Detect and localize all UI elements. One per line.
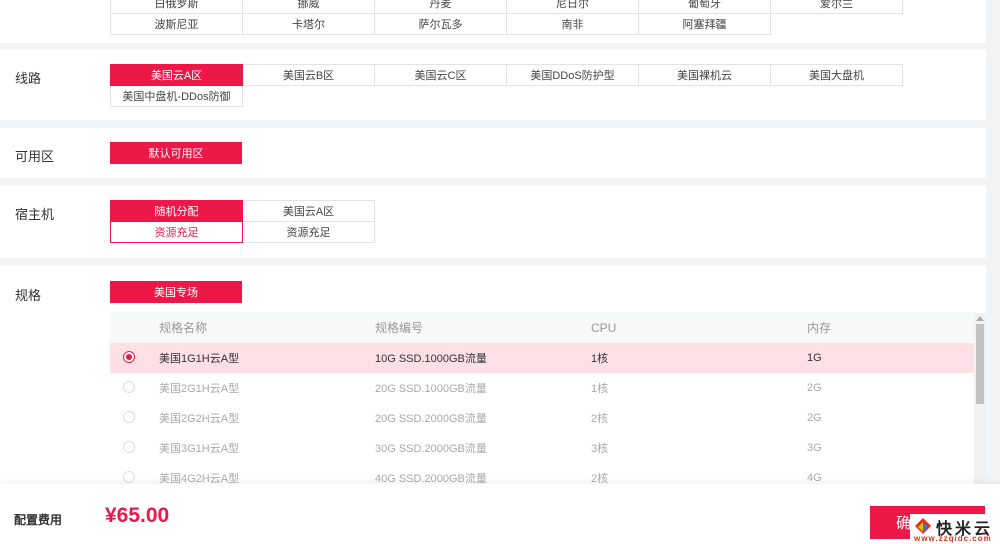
region-option[interactable]: 爱尔兰 xyxy=(770,0,903,14)
spec-memory: 1G xyxy=(807,352,822,364)
spec-cpu: 2核 xyxy=(591,473,609,484)
fee-label: 配置费用 xyxy=(14,513,63,527)
spec-code: 20G SSD.2000GB流量 xyxy=(375,413,487,425)
spec-code: 10G SSD.1000GB流量 xyxy=(375,353,487,365)
radio-button[interactable] xyxy=(123,411,135,423)
line-grid: 美国云A区 美国云B区 美国云C区 美国DDoS防护型 美国裸机云 美国大盘机 … xyxy=(110,64,903,107)
host-option-us-cloud-a[interactable]: 美国云A区 xyxy=(242,200,375,222)
line-section: 线路 美国云A区 美国云B区 美国云C区 美国DDoS防护型 美国裸机云 美国大… xyxy=(0,50,986,120)
spec-code: 30G SSD.2000GB流量 xyxy=(375,443,487,455)
spec-table-header: 规格名称 规格编号 CPU 内存 xyxy=(110,312,976,343)
radio-button[interactable] xyxy=(123,381,135,393)
region-option[interactable]: 萨尔瓦多 xyxy=(374,13,507,35)
watermark-url: www.zzqidc.com xyxy=(914,534,992,543)
table-row[interactable]: 美国3G1H云A型 30G SSD.2000GB流量 3核 3G xyxy=(110,433,976,463)
host-label: 宿主机 xyxy=(15,207,55,222)
fee-value: ¥65.00 xyxy=(105,504,170,527)
line-option-us-cloud-a[interactable]: 美国云A区 xyxy=(110,64,243,86)
header-spec-code: 规格编号 xyxy=(375,321,424,335)
region-option[interactable]: 白俄罗斯 xyxy=(110,0,243,14)
table-row[interactable]: 美国2G1H云A型 20G SSD.1000GB流量 1核 2G xyxy=(110,373,976,403)
radio-button[interactable] xyxy=(123,351,135,363)
spec-memory: 4G xyxy=(807,472,822,484)
table-row[interactable]: 美国1G1H云A型 10G SSD.1000GB流量 1核 1G xyxy=(110,343,976,373)
spec-label: 规格 xyxy=(15,288,42,303)
fee-bar: 配置费用 ¥65.00 确 xyxy=(0,484,1000,544)
host-status-us-cloud-a: 资源充足 xyxy=(242,221,375,243)
host-grid: 随机分配 美国云A区 资源充足 资源充足 xyxy=(110,200,375,243)
zone-option-default[interactable]: 默认可用区 xyxy=(110,142,242,164)
region-option[interactable]: 尼日尔 xyxy=(506,0,639,14)
line-option-us-large-disk[interactable]: 美国大盘机 xyxy=(770,64,903,86)
radio-button[interactable] xyxy=(123,471,135,483)
table-row[interactable]: 美国4G2H云A型 40G SSD.2000GB流量 2核 4G xyxy=(110,463,976,484)
spec-code: 40G SSD.2000GB流量 xyxy=(375,473,487,484)
line-option-us-ddos[interactable]: 美国DDoS防护型 xyxy=(506,64,639,86)
scroll-thumb[interactable] xyxy=(976,324,984,404)
region-option[interactable]: 南非 xyxy=(506,13,639,35)
region-option[interactable]: 葡萄牙 xyxy=(638,0,771,14)
header-spec-name: 规格名称 xyxy=(159,321,208,335)
table-scrollbar[interactable] xyxy=(974,313,986,484)
line-label: 线路 xyxy=(15,71,42,86)
region-option[interactable]: 卡塔尔 xyxy=(242,13,375,35)
spec-name: 美国2G1H云A型 xyxy=(159,383,240,395)
spec-cpu: 3核 xyxy=(591,443,609,455)
region-option[interactable]: 阿塞拜疆 xyxy=(638,13,771,35)
scroll-up-arrow-icon[interactable] xyxy=(976,316,984,321)
line-option-us-mid-disk-ddos[interactable]: 美国中盘机-DDos防御 xyxy=(110,85,243,107)
host-status-random: 资源充足 xyxy=(110,221,243,243)
spec-name: 美国3G1H云A型 xyxy=(159,443,240,455)
spec-name: 美国4G2H云A型 xyxy=(159,473,240,484)
header-memory: 内存 xyxy=(807,321,832,335)
spec-cpu: 2核 xyxy=(591,413,609,425)
line-option-us-cloud-c[interactable]: 美国云C区 xyxy=(374,64,507,86)
host-section: 宿主机 随机分配 美国云A区 资源充足 资源充足 xyxy=(0,186,986,258)
region-grid: 白俄罗斯 挪威 丹麦 尼日尔 葡萄牙 爱尔兰 波斯尼亚 卡塔尔 萨尔瓦多 南非 … xyxy=(110,0,903,35)
zone-section: 可用区 默认可用区 xyxy=(0,128,986,178)
spec-memory: 2G xyxy=(807,382,822,394)
host-option-random[interactable]: 随机分配 xyxy=(110,200,243,222)
region-option[interactable]: 丹麦 xyxy=(374,0,507,14)
spec-table: 规格名称 规格编号 CPU 内存 美国1G1H云A型 10G SSD.1000G… xyxy=(110,312,976,484)
spec-cpu: 1核 xyxy=(591,353,609,365)
line-option-us-cloud-b[interactable]: 美国云B区 xyxy=(242,64,375,86)
region-section: 白俄罗斯 挪威 丹麦 尼日尔 葡萄牙 爱尔兰 波斯尼亚 卡塔尔 萨尔瓦多 南非 … xyxy=(0,0,986,43)
watermark: 快米云 www.zzqidc.com xyxy=(910,514,1000,544)
spec-memory: 2G xyxy=(807,412,822,424)
spec-name: 美国2G2H云A型 xyxy=(159,413,240,425)
line-option-us-baremetal[interactable]: 美国裸机云 xyxy=(638,64,771,86)
watermark-logo-icon xyxy=(915,518,931,534)
spec-code: 20G SSD.1000GB流量 xyxy=(375,383,487,395)
region-option[interactable]: 挪威 xyxy=(242,0,375,14)
spec-name: 美国1G1H云A型 xyxy=(159,353,240,365)
header-cpu: CPU xyxy=(591,320,617,335)
spec-category-us[interactable]: 美国专场 xyxy=(110,281,242,303)
zone-label: 可用区 xyxy=(15,149,55,164)
table-row[interactable]: 美国2G2H云A型 20G SSD.2000GB流量 2核 2G xyxy=(110,403,976,433)
spec-cpu: 1核 xyxy=(591,383,609,395)
region-option[interactable]: 波斯尼亚 xyxy=(110,13,243,35)
spec-memory: 3G xyxy=(807,442,822,454)
radio-button[interactable] xyxy=(123,441,135,453)
